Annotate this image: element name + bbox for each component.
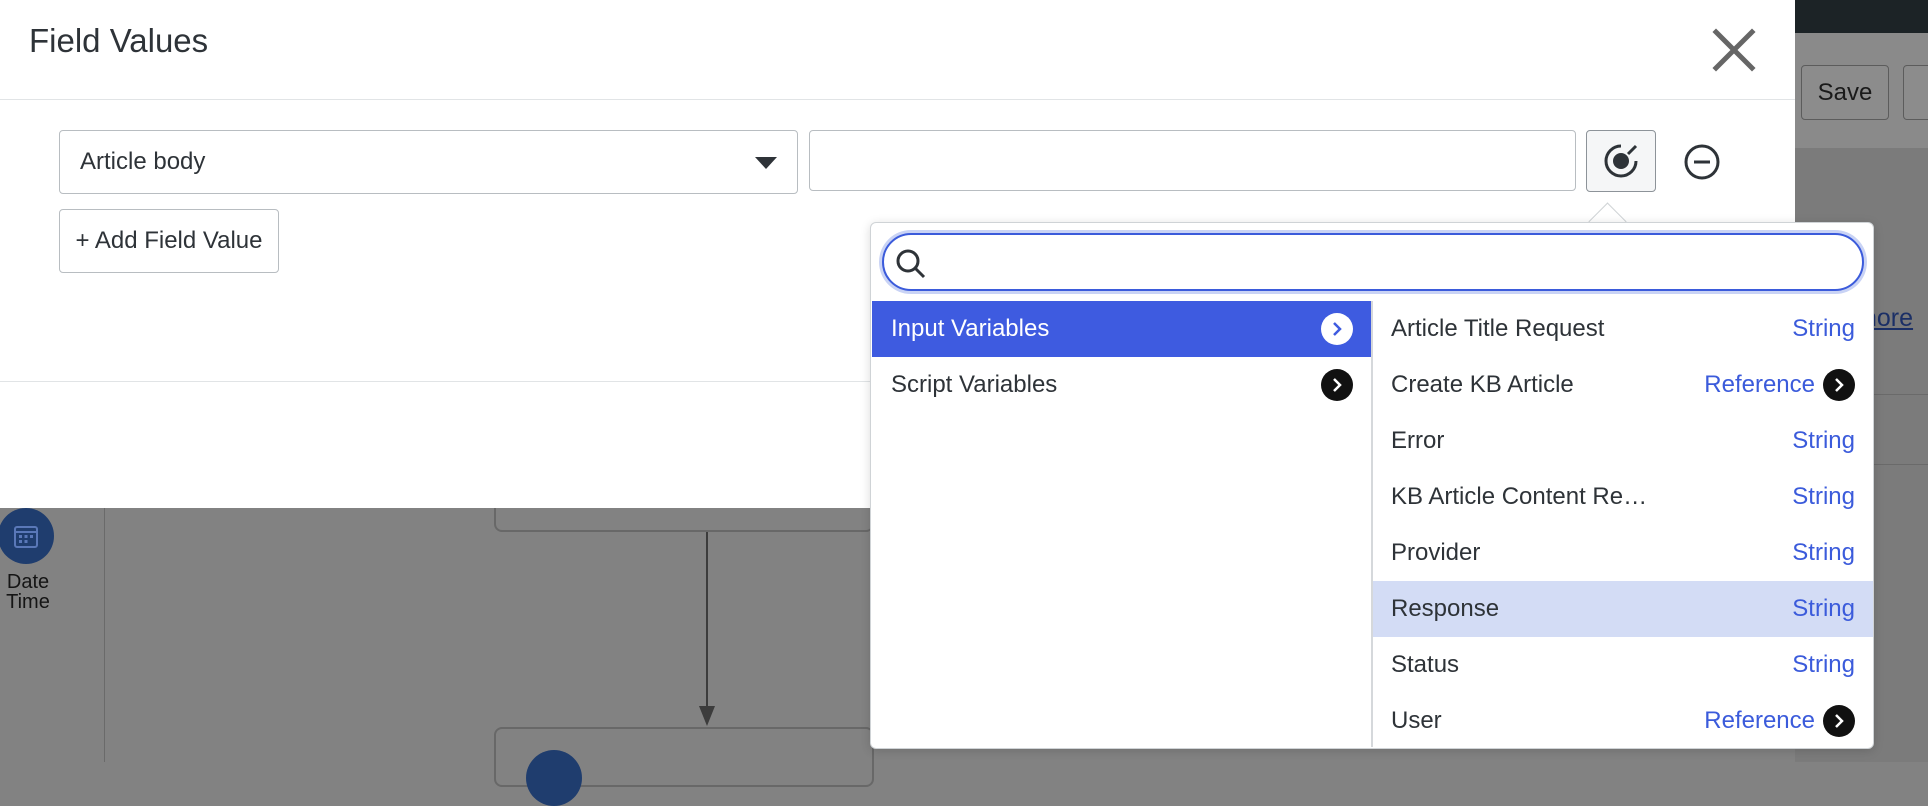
data-pill-picker-popover: Input Variables Script Variables Article… xyxy=(870,222,1874,749)
canvas-divider xyxy=(104,508,105,762)
flow-connector xyxy=(706,532,708,712)
variable-list: Article Title Request String Create KB A… xyxy=(1373,301,1873,747)
variable-name: Status xyxy=(1391,651,1460,678)
save-button[interactable]: Save xyxy=(1801,65,1889,120)
time-label: Time xyxy=(6,591,50,613)
chevron-right-icon xyxy=(1321,369,1353,401)
data-pill-icon xyxy=(1604,144,1638,178)
variable-type: Reference xyxy=(1704,371,1815,398)
category-label: Script Variables xyxy=(891,371,1058,398)
variable-name: User xyxy=(1391,707,1442,734)
add-field-value-button[interactable]: + Add Field Value xyxy=(59,209,279,273)
modal-title: Field Values xyxy=(29,22,209,59)
variable-category-list: Input Variables Script Variables xyxy=(872,301,1371,747)
caret-down-icon xyxy=(755,157,777,169)
field-select-value: Article body xyxy=(80,148,206,175)
variable-name: Error xyxy=(1391,427,1445,454)
variable-item[interactable]: Error String xyxy=(1373,413,1873,469)
chevron-right-icon[interactable] xyxy=(1823,705,1855,737)
field-select[interactable]: Article body xyxy=(59,130,798,194)
modal-header: Field Values xyxy=(0,0,1795,100)
variable-item[interactable]: Provider String xyxy=(1373,525,1873,581)
variable-item-highlighted[interactable]: Response String xyxy=(1373,581,1873,637)
variable-type: String xyxy=(1792,595,1855,622)
variable-name: Create KB Article xyxy=(1391,371,1574,398)
variable-type: String xyxy=(1792,539,1855,566)
variable-type: String xyxy=(1792,427,1855,454)
calendar-icon[interactable] xyxy=(0,508,54,564)
variable-item[interactable]: Status String xyxy=(1373,637,1873,693)
picker-search-box[interactable] xyxy=(882,233,1864,291)
variable-type: String xyxy=(1792,651,1855,678)
field-value-input[interactable] xyxy=(809,130,1576,191)
flow-step-icon xyxy=(526,750,582,806)
variable-name: Provider xyxy=(1391,539,1481,566)
variable-name: KB Article Content Re… xyxy=(1391,483,1648,510)
search-icon xyxy=(896,249,926,279)
app-top-bar xyxy=(1795,0,1928,33)
date-label: Date xyxy=(6,571,50,593)
chevron-right-icon xyxy=(1321,313,1353,345)
date-time-label: Date Time xyxy=(0,572,56,612)
variable-type: String xyxy=(1792,483,1855,510)
category-input-variables[interactable]: Input Variables xyxy=(872,301,1371,357)
category-script-variables[interactable]: Script Variables xyxy=(872,357,1371,413)
variable-item[interactable]: User Reference xyxy=(1373,693,1873,749)
picker-search-input[interactable] xyxy=(936,241,1840,285)
variable-type: String xyxy=(1792,315,1855,342)
variable-item[interactable]: Create KB Article Reference xyxy=(1373,357,1873,413)
variable-name: Response xyxy=(1391,595,1500,622)
category-label: Input Variables xyxy=(891,315,1050,342)
variable-name: Article Title Request xyxy=(1391,315,1605,342)
close-icon[interactable] xyxy=(1706,22,1762,78)
variable-item[interactable]: Article Title Request String xyxy=(1373,301,1873,357)
flow-connector-arrow-icon xyxy=(699,706,715,726)
remove-field-value-icon[interactable] xyxy=(1683,143,1721,181)
panel-divider xyxy=(1870,394,1928,395)
toolbar-next-button[interactable] xyxy=(1903,65,1928,120)
variable-type: Reference xyxy=(1704,707,1815,734)
panel-divider xyxy=(1870,464,1928,465)
data-pill-picker-button[interactable] xyxy=(1586,130,1656,192)
variable-item[interactable]: KB Article Content Re… String xyxy=(1373,469,1873,525)
chevron-right-icon[interactable] xyxy=(1823,369,1855,401)
